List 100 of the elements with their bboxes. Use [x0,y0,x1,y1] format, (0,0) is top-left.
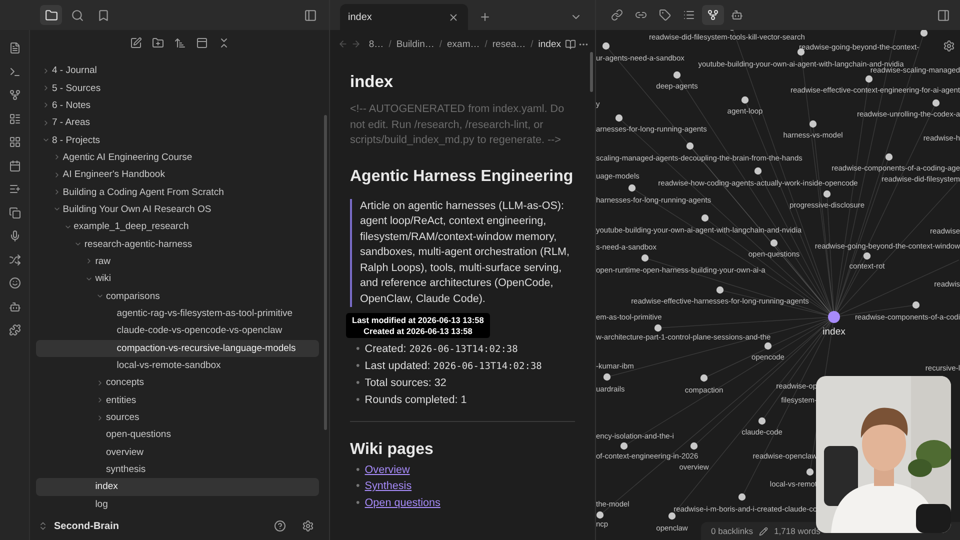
folder-item[interactable]: comparisons [36,287,319,305]
fact-text: Total sources: 32 [364,376,446,390]
chevron-right-icon[interactable] [42,66,50,75]
file-item[interactable]: index [36,478,319,496]
folder-item[interactable]: wiki [36,270,319,288]
blockquote: Article on agentic harnesses (LLM-as-OS): agent loop/ReAct, context engineering, filesystem/RAM/context-window memory, sandboxes, multi-agent orchestration (RLM, Ralph Loops), tools, multi-surface serving, and reference architectures (OpenCode, OpenClaw, Claude Code). [350,198,575,307]
scrollbar[interactable] [590,52,593,92]
word-count: 1,718 words [774,526,820,536]
graph-node[interactable] [764,342,772,350]
fact-text: Last updated: 2026-06-13T14:02:38 [364,358,542,374]
graph-node[interactable] [686,142,694,150]
backlinks-count[interactable]: 0 backlinks [711,526,754,536]
bullet: • [356,479,360,494]
folder-item[interactable]: Building a Coding Agent From Scratch [36,183,319,201]
graph-node[interactable] [920,30,928,37]
chevron-right-icon[interactable] [96,396,104,404]
graph-node[interactable] [738,493,746,501]
file-item[interactable]: synthesis [36,460,319,478]
graph-node[interactable] [716,286,724,294]
folder-item[interactable]: 6 - Notes [36,96,319,114]
folder-item[interactable]: concepts [36,374,319,392]
page-link[interactable]: Overview [364,462,410,478]
chevron-right-icon[interactable] [96,378,104,387]
switcher-icon[interactable] [38,521,48,531]
folder-item[interactable]: 8 - Projects [36,131,319,149]
graph-node[interactable] [628,184,636,192]
folder-item[interactable]: 5 - Sources [36,79,319,97]
file-item[interactable]: log [36,496,319,512]
graph-node[interactable] [823,190,831,198]
file-item[interactable]: agentic-rag-vs-filesystem-as-tool-primitive [36,304,319,322]
heading: Wiki pages [350,440,434,460]
file-item[interactable]: claude-code-vs-opencode-vs-openclaw [36,322,319,340]
separator: / [484,38,488,50]
file-item[interactable]: compaction-vs-recursive-language-models [36,340,319,357]
graph-node[interactable] [885,153,893,161]
folder-icon[interactable] [40,5,62,25]
graph-node[interactable] [668,512,676,520]
folder-item[interactable]: 4 - Journal [36,62,319,80]
pencil-icon[interactable] [759,526,768,536]
graph-node[interactable] [865,75,873,83]
graph-node[interactable] [615,114,623,122]
file-item[interactable]: local-vs-remote-sandbox [36,356,319,374]
graph-node[interactable] [701,214,709,222]
file-item[interactable]: overview [36,444,319,461]
breadcrumb[interactable]: index [538,38,561,50]
graph-node[interactable] [809,120,817,128]
file-item[interactable]: open-questions [36,426,319,444]
graph-node[interactable] [932,99,940,107]
bullet: • [356,496,360,510]
graph-node[interactable] [806,468,814,476]
bullet: • [356,376,360,390]
graph-node[interactable] [828,311,840,323]
breadcrumb[interactable]: 8… [368,38,384,50]
folder-item[interactable]: raw [36,252,319,270]
breadcrumb[interactable]: resea… [492,38,526,50]
folder-item[interactable]: Agentic AI Engineering Course [36,148,319,166]
graph-node[interactable] [603,373,611,381]
graph-node[interactable] [654,324,662,332]
scrollbar[interactable] [324,115,327,430]
graph-node[interactable] [912,301,920,309]
breadcrumb[interactable]: exam… [447,38,480,50]
note-title: index [350,73,394,92]
graph-node[interactable] [690,442,698,450]
folder-item[interactable]: example_1_deep_research [36,218,319,236]
graph-icon[interactable] [702,5,724,25]
folder-item[interactable]: Building Your Own AI Research OS [36,200,319,218]
folder-item[interactable]: sources [36,408,319,426]
graph-node[interactable] [641,254,649,262]
graph-node[interactable] [673,71,681,79]
folder-item[interactable]: AI Engineer's Handbook [36,166,319,184]
node-label[interactable]: index [822,328,846,336]
bullet: • [356,462,360,478]
separator: / [530,38,534,50]
graph-node[interactable] [770,239,778,247]
graph-node[interactable] [700,374,708,382]
bullet: • [356,358,360,374]
graph-node[interactable] [602,42,610,50]
settings-icon[interactable] [943,40,955,52]
folder-item[interactable]: research-agentic-harness [36,235,319,253]
breadcrumb[interactable]: Buildin… [396,38,434,50]
graph-node[interactable] [596,511,604,519]
separator: / [439,38,442,50]
graph-node[interactable] [863,252,871,260]
folder-item[interactable]: entities [36,392,319,409]
graph-node[interactable] [758,417,766,425]
vault-name[interactable]: Second-Brain [54,520,263,532]
graph-node[interactable] [741,96,749,104]
bullet: • [356,342,360,356]
bullet: • [356,392,360,408]
page-link[interactable]: Open questions [364,494,440,511]
comment-text: <!-- AUTOGENERATED from index.yaml. Do not edit. Run /research, /research-lint, or scripts/build_index_md.py to regenerate. --> [350,102,566,148]
note-tab[interactable]: index [340,4,468,30]
chevron-right-icon[interactable] [42,118,50,127]
graph-node[interactable] [754,167,762,175]
folder-item[interactable]: 7 - Areas [36,114,319,132]
graph-node[interactable] [620,442,628,450]
tooltip: Last modified at 2026-06-13 13:58 Created at 2026-06-13 13:58 [346,313,490,338]
chevron-right-icon[interactable] [96,414,104,422]
page-link[interactable]: Synthesis [364,478,412,494]
heading: Agentic Harness Engineering [350,166,574,186]
